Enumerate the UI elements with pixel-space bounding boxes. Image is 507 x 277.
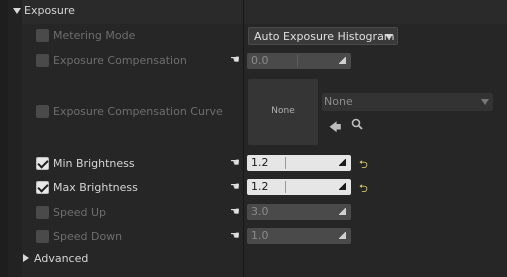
exposure-compensation-checkbox[interactable] [36,54,49,67]
slider-drag-icon[interactable] [339,57,346,64]
metering-mode-value: Auto Exposure Histogram [254,30,395,43]
slider-fill-marker [297,55,298,67]
metering-mode-checkbox[interactable] [36,29,49,42]
asset-dropdown-arrow-icon [481,99,489,105]
slider-fill-marker [285,157,286,169]
indent-gutter [0,0,8,277]
speed-down-value: 1.0 [251,229,269,242]
curve-asset-picker[interactable]: None [322,93,493,111]
slider-drag-icon[interactable] [339,183,346,190]
hand-pointer-icon[interactable]: ☚ [230,205,240,218]
dropdown-arrow-icon [385,34,393,40]
metering-mode-dropdown[interactable]: Auto Exposure Histogram [248,27,398,45]
arrow-left-icon[interactable]: 🡄 [329,118,341,139]
speed-up-checkbox[interactable] [36,206,49,219]
exposure-curve-checkbox[interactable] [36,105,49,118]
expand-triangle-icon[interactable] [13,8,21,14]
max-brightness-value: 1.2 [251,180,269,193]
curve-thumbnail-text: None [271,106,295,116]
advanced-label[interactable]: Advanced [34,252,88,265]
speed-down-label: Speed Down [53,230,123,243]
revert-arrow-icon[interactable]: ⮌ [359,180,368,199]
curve-asset-value: None [324,95,353,108]
hand-pointer-icon[interactable]: ☚ [230,229,240,242]
speed-down-checkbox[interactable] [36,230,49,243]
collapse-triangle-icon[interactable] [23,254,29,262]
max-brightness-label: Max Brightness [53,181,138,194]
max-brightness-checkbox[interactable] [36,181,49,194]
speed-up-label: Speed Up [53,206,107,219]
speed-up-slider[interactable]: 3.0 [247,204,351,220]
exposure-curve-label: Exposure Compensation Curve [53,105,223,118]
hand-pointer-icon[interactable]: ☚ [230,53,240,66]
curve-thumbnail[interactable]: None [248,79,318,145]
search-icon[interactable] [351,118,363,133]
speed-down-slider[interactable]: 1.0 [247,228,351,244]
slider-drag-icon[interactable] [339,232,346,239]
exposure-compensation-label: Exposure Compensation [53,54,187,67]
max-brightness-slider[interactable]: 1.2 [247,179,351,195]
min-brightness-slider[interactable]: 1.2 [247,155,351,171]
hand-pointer-icon[interactable]: ☚ [230,156,240,169]
min-brightness-checkbox[interactable] [36,157,49,170]
hand-pointer-icon[interactable]: ☚ [230,180,240,193]
slider-drag-icon[interactable] [339,208,346,215]
revert-arrow-icon[interactable]: ⮌ [359,156,368,175]
column-divider[interactable] [243,0,244,277]
min-brightness-label: Min Brightness [53,157,135,170]
min-brightness-value: 1.2 [251,156,269,169]
metering-mode-label: Metering Mode [53,29,136,42]
exposure-compensation-slider[interactable]: 0.0 [247,53,351,69]
section-header[interactable] [0,0,507,24]
indent-gutter-inner [8,0,22,277]
section-title: Exposure [24,4,75,17]
exposure-compensation-value: 0.0 [251,54,269,67]
slider-drag-icon[interactable] [339,159,346,166]
slider-fill-marker [285,181,286,193]
speed-up-value: 3.0 [251,205,269,218]
